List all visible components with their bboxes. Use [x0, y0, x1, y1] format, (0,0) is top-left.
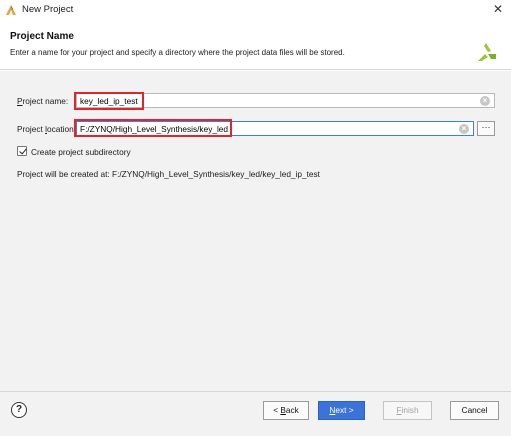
xilinx-logo-icon: [478, 43, 496, 61]
page-title: Project Name: [10, 31, 74, 42]
create-subdirectory-label: Create project subdirectory: [31, 147, 131, 157]
project-path-info: Project will be created at: F:/ZYNQ/High…: [17, 169, 320, 179]
project-name-label: Project name:: [17, 96, 69, 106]
project-location-label: Project location:: [17, 124, 77, 134]
title-bar: New Project ✕: [0, 0, 511, 20]
back-button[interactable]: < Back: [263, 401, 309, 420]
clear-icon[interactable]: ×: [480, 96, 490, 106]
create-subdirectory-checkbox[interactable]: [17, 146, 27, 156]
page-header: Project Name Enter a name for your proje…: [0, 20, 511, 70]
browse-button[interactable]: ···: [477, 121, 495, 136]
cancel-button[interactable]: Cancel: [450, 401, 499, 420]
close-icon[interactable]: ✕: [491, 2, 505, 16]
project-location-highlight: [74, 119, 232, 137]
project-name-highlight: [74, 92, 144, 110]
finish-button[interactable]: Finish: [383, 401, 432, 420]
page-description: Enter a name for your project and specif…: [10, 48, 345, 57]
vivado-app-icon: [6, 5, 16, 15]
footer-bar: [0, 391, 511, 436]
clear-icon[interactable]: ×: [459, 124, 469, 134]
next-button[interactable]: Next >: [318, 401, 365, 420]
window-title: New Project: [22, 4, 74, 15]
help-icon[interactable]: ?: [11, 402, 27, 418]
